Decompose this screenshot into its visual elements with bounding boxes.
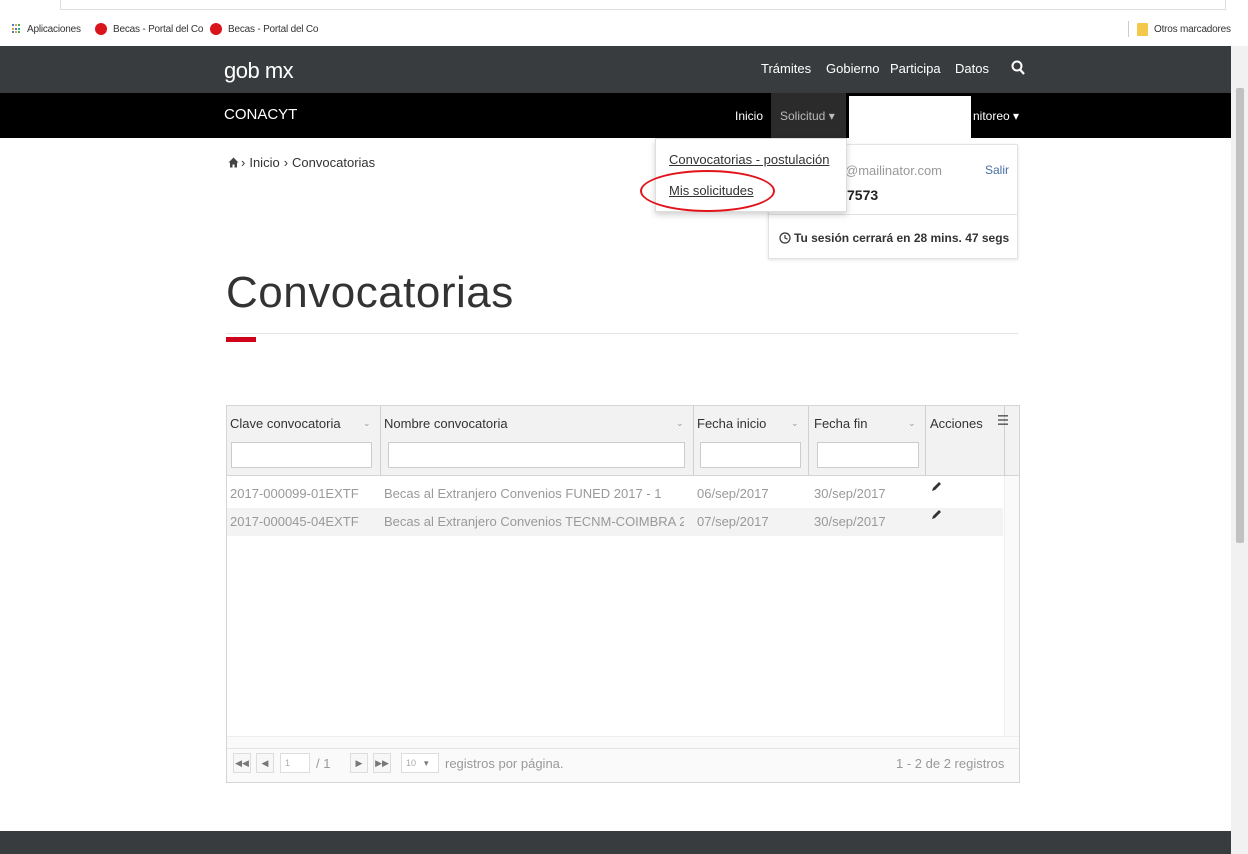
- nav-datos[interactable]: Datos: [955, 61, 989, 76]
- bookmark-separator: [1128, 21, 1129, 37]
- chevron-down-icon[interactable]: ⌄: [363, 418, 371, 429]
- page-number-input[interactable]: 1: [280, 753, 310, 773]
- menu-item-convocatorias-postulacion[interactable]: Convocatorias - postulación: [669, 152, 829, 167]
- nav-participa[interactable]: Participa: [890, 61, 941, 76]
- next-page-icon[interactable]: ▶: [350, 753, 368, 773]
- cell-clave: 2017-000045-04EXTF: [230, 514, 359, 529]
- filter-nombre-input[interactable]: [388, 442, 685, 468]
- cell-fecha-inicio: 06/sep/2017: [697, 486, 769, 501]
- nav-solicitud[interactable]: Solicitud ▾: [780, 109, 835, 123]
- home-icon[interactable]: [228, 157, 239, 168]
- chevron-down-icon[interactable]: ⌄: [791, 418, 799, 429]
- column-separator[interactable]: [808, 406, 809, 476]
- gob-header: [0, 46, 1231, 93]
- bookmark-becas-2[interactable]: Becas - Portal del Co: [210, 22, 318, 36]
- folder-icon: [1137, 22, 1148, 36]
- bookmark-other[interactable]: Otros marcadores: [1137, 22, 1231, 36]
- session-text: Tu sesión cerrará en 28 mins. 47 segs: [794, 231, 1010, 245]
- page-footer: [0, 831, 1231, 854]
- column-header-fecha-inicio[interactable]: Fecha inicio: [697, 416, 766, 431]
- grid-horizontal-scrollbar[interactable]: [227, 736, 1019, 748]
- cell-clave: 2017-000099-01EXTF: [230, 486, 359, 501]
- page-size-value: 10: [406, 758, 417, 768]
- conacyt-header: [0, 93, 1231, 138]
- chevron-down-icon[interactable]: ⌄: [908, 418, 916, 429]
- search-icon[interactable]: [1011, 60, 1025, 76]
- redacted-area: [849, 96, 971, 138]
- red-circle-icon: [95, 23, 107, 35]
- page-count: / 1: [316, 756, 331, 771]
- cell-fecha-inicio: 07/sep/2017: [697, 514, 769, 529]
- column-header-fecha-fin[interactable]: Fecha fin: [814, 416, 867, 431]
- address-bar-edge-right: [1225, 0, 1226, 10]
- red-circle-icon: [210, 23, 222, 35]
- column-header-clave[interactable]: Clave convocatoria: [230, 416, 341, 431]
- bookmark-label: Becas - Portal del Co: [228, 23, 319, 35]
- cell-nombre: Becas al Extranjero Convenios TECNM-COIM…: [384, 514, 684, 529]
- first-page-icon[interactable]: ◀◀: [233, 753, 251, 773]
- highlight-annotation: [640, 170, 775, 212]
- column-separator[interactable]: [925, 406, 926, 476]
- page-scrollbar-thumb[interactable]: [1236, 88, 1244, 543]
- prev-page-icon[interactable]: ◀: [256, 753, 274, 773]
- user-id: 7573: [847, 187, 879, 203]
- per-page-label: registros por página.: [445, 756, 564, 771]
- column-header-nombre[interactable]: Nombre convocatoria: [384, 416, 508, 431]
- breadcrumb-inicio[interactable]: Inicio: [249, 155, 279, 170]
- breadcrumb-separator: ›: [283, 155, 289, 170]
- column-header-acciones: Acciones: [930, 416, 983, 431]
- filter-clave-input[interactable]: [231, 442, 372, 468]
- edit-icon[interactable]: [930, 509, 942, 521]
- chevron-down-icon[interactable]: ⌄: [676, 418, 684, 429]
- column-menu-icon[interactable]: [997, 414, 1009, 426]
- bookmark-becas-1[interactable]: Becas - Portal del Co: [95, 22, 203, 36]
- address-bar-edge-left: [60, 0, 61, 10]
- breadcrumb-separator: ›: [241, 155, 246, 170]
- clock-icon: [779, 232, 791, 244]
- cell-fecha-fin: 30/sep/2017: [814, 486, 886, 501]
- caret-down-icon: ▾: [424, 757, 429, 768]
- breadcrumb-current: Convocatorias: [292, 155, 376, 170]
- bookmark-label: Aplicaciones: [27, 23, 81, 35]
- nav-tramites[interactable]: Trámites: [761, 61, 811, 76]
- bookmark-label: Becas - Portal del Co: [113, 23, 204, 35]
- column-separator[interactable]: [693, 406, 694, 476]
- title-underline: [226, 333, 1018, 334]
- cell-nombre: Becas al Extranjero Convenios FUNED 2017…: [384, 486, 662, 501]
- logout-link[interactable]: Salir: [985, 163, 1009, 177]
- title-accent: [226, 337, 256, 342]
- apps-grid-icon: [12, 24, 22, 34]
- session-timer: Tu sesión cerrará en 28 mins. 47 segs: [779, 231, 1009, 245]
- column-separator[interactable]: [380, 406, 381, 476]
- address-bar-edge: [60, 9, 1225, 10]
- grid-vertical-scrollbar[interactable]: [1004, 476, 1019, 736]
- edit-icon[interactable]: [930, 481, 942, 493]
- filter-fecha-fin-input[interactable]: [817, 442, 919, 468]
- filter-fecha-inicio-input[interactable]: [700, 442, 801, 468]
- bookmark-apps[interactable]: Aplicaciones: [12, 22, 81, 36]
- user-email: @mailinator.com: [845, 163, 943, 178]
- nav-inicio[interactable]: Inicio: [735, 109, 763, 123]
- page-size-select[interactable]: 10 ▾: [401, 753, 439, 773]
- user-panel-divider: [768, 214, 1018, 215]
- nav-gobierno[interactable]: Gobierno: [826, 61, 879, 76]
- bookmark-label: Otros marcadores: [1154, 23, 1231, 35]
- breadcrumb: › Inicio › Convocatorias: [228, 155, 375, 170]
- nav-monitoreo[interactable]: nitoreo ▾: [973, 109, 1019, 123]
- page-title: Convocatorias: [226, 268, 514, 317]
- gob-logo[interactable]: gob mx: [224, 58, 294, 84]
- site-title[interactable]: CONACYT: [224, 106, 297, 123]
- last-page-icon[interactable]: ▶▶: [373, 753, 391, 773]
- records-summary: 1 - 2 de 2 registros: [896, 756, 1005, 771]
- cell-fecha-fin: 30/sep/2017: [814, 514, 886, 529]
